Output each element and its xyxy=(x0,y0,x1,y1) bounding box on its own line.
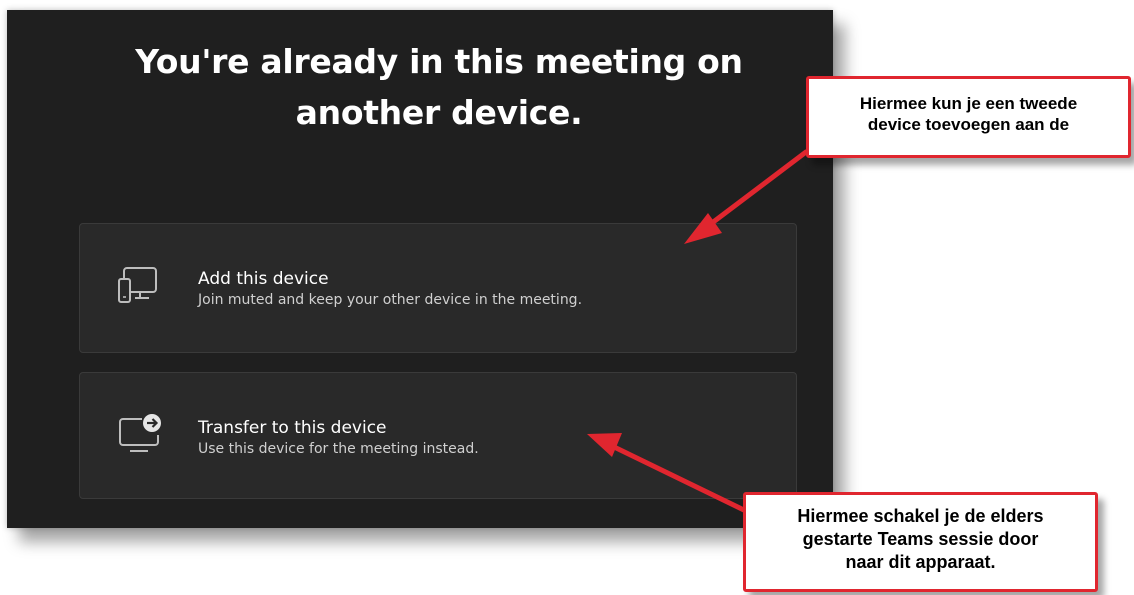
transfer-to-this-device-description: Use this device for the meeting instead. xyxy=(198,441,479,457)
already-in-meeting-dialog: You're already in this meeting on anothe… xyxy=(7,10,833,528)
callout-bottom-line-2: gestarte Teams sessie door xyxy=(802,529,1039,549)
dialog-title-line-1: You're already in this meeting on xyxy=(135,42,743,81)
add-this-device-label: Add this device xyxy=(198,269,329,289)
callout-bottom-line-3: naar dit apparaat. xyxy=(845,552,996,572)
transfer-to-this-device-button[interactable]: Transfer to this device Use this device … xyxy=(79,372,797,499)
callout-bottom-line-1: Hiermee schakel je de elders xyxy=(797,506,1044,526)
monitor-transfer-icon xyxy=(119,414,161,452)
add-this-device-description: Join muted and keep your other device in… xyxy=(198,292,583,308)
transfer-to-this-device-label: Transfer to this device xyxy=(198,418,387,438)
dialog-title-line-2: another device. xyxy=(295,93,583,132)
add-this-device-text: Add this device Join muted and keep your… xyxy=(198,268,582,310)
phone-and-monitor-icon xyxy=(118,267,157,303)
transfer-to-this-device-text: Transfer to this device Use this device … xyxy=(198,417,479,459)
callout-top-line-1: Hiermee kun je een tweede xyxy=(859,94,1078,113)
screenshot-stage: You're already in this meeting on anothe… xyxy=(0,0,1134,595)
dialog-title: You're already in this meeting on anothe… xyxy=(7,36,871,138)
callout-add-device-note: Hiermee kun je een tweede device toevoeg… xyxy=(806,76,1131,158)
callout-transfer-device-note: Hiermee schakel je de elders gestarte Te… xyxy=(743,492,1098,592)
add-this-device-button[interactable]: Add this device Join muted and keep your… xyxy=(79,223,797,353)
callout-top-line-2: device toevoegen aan de xyxy=(867,115,1070,134)
